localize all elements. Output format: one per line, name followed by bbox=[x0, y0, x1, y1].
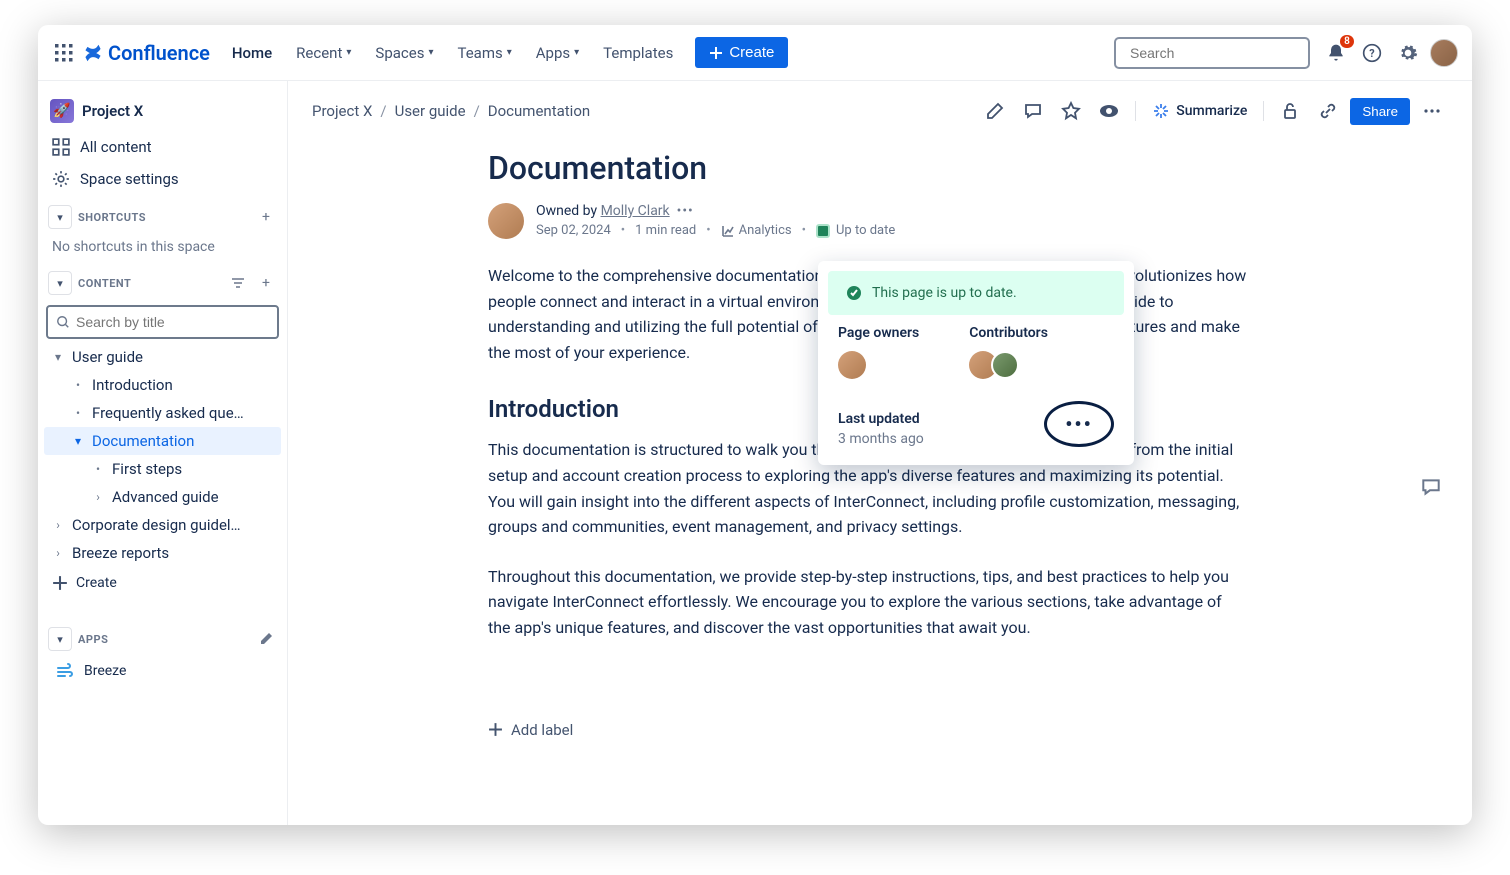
owner-avatar-small[interactable] bbox=[838, 351, 866, 379]
product-name: Confluence bbox=[108, 41, 210, 65]
comment-icon[interactable] bbox=[1017, 95, 1049, 127]
breadcrumb-current[interactable]: Documentation bbox=[488, 102, 590, 120]
tree-faq[interactable]: Frequently asked que… bbox=[44, 399, 281, 427]
notifications-icon[interactable]: 8 bbox=[1320, 37, 1352, 69]
top-nav: Confluence Home Recent▾ Spaces▾ Teams▾ A… bbox=[38, 25, 1472, 81]
apps-toggle[interactable]: ▾ bbox=[48, 627, 72, 651]
share-button[interactable]: Share bbox=[1350, 98, 1410, 125]
create-button[interactable]: Create bbox=[695, 37, 788, 68]
chevron-down-icon: ▾ bbox=[428, 47, 433, 58]
plus-icon bbox=[52, 575, 68, 591]
inline-comment-icon[interactable] bbox=[1420, 476, 1442, 498]
last-updated-label: Last updated bbox=[838, 411, 924, 427]
page-owners-label: Page owners bbox=[838, 325, 919, 341]
shortcuts-label: SHORTCUTS bbox=[78, 211, 249, 224]
add-label-button[interactable]: Add label bbox=[488, 721, 1248, 739]
nav-recent[interactable]: Recent▾ bbox=[286, 38, 361, 68]
confluence-logo[interactable]: Confluence bbox=[82, 41, 210, 65]
app-breeze[interactable]: Breeze bbox=[44, 655, 281, 687]
apps-label: APPS bbox=[78, 633, 249, 646]
ai-icon bbox=[1152, 102, 1170, 120]
space-header[interactable]: 🚀 Project X bbox=[44, 91, 281, 131]
page-date: Sep 02, 2024 bbox=[536, 223, 611, 238]
sidebar-create[interactable]: Create bbox=[44, 567, 281, 599]
more-icon[interactable] bbox=[1416, 95, 1448, 127]
plus-icon bbox=[488, 722, 503, 737]
tree-user-guide[interactable]: ▾User guide bbox=[44, 343, 281, 371]
space-icon: 🚀 bbox=[50, 99, 74, 123]
owned-by-label: Owned by bbox=[536, 203, 601, 219]
gear-icon bbox=[52, 170, 70, 188]
edit-icon[interactable] bbox=[979, 95, 1011, 127]
shortcuts-toggle[interactable]: ▾ bbox=[48, 205, 72, 229]
tree-documentation[interactable]: ▾Documentation bbox=[44, 427, 281, 455]
svg-text:?: ? bbox=[1369, 47, 1374, 60]
popover-banner: This page is up to date. bbox=[828, 271, 1124, 315]
breadcrumb: Project X / User guide / Documentation bbox=[312, 102, 590, 120]
chevron-down-icon: ▾ bbox=[574, 47, 579, 58]
chevron-down-icon: ▾ bbox=[346, 47, 351, 58]
tree-corp[interactable]: ›Corporate design guidel… bbox=[44, 511, 281, 539]
owner-avatar[interactable] bbox=[488, 203, 524, 239]
tree-breeze-reports[interactable]: ›Breeze reports bbox=[44, 539, 281, 567]
breadcrumb-parent[interactable]: User guide bbox=[395, 102, 466, 120]
read-time: 1 min read bbox=[635, 223, 696, 238]
breadcrumb-space[interactable]: Project X bbox=[312, 102, 372, 120]
star-icon[interactable] bbox=[1055, 95, 1087, 127]
analytics-link[interactable]: Analytics bbox=[721, 223, 792, 238]
status-dot-icon bbox=[816, 224, 830, 238]
page-title: Documentation bbox=[488, 149, 1248, 187]
popover-more-button[interactable]: ••• bbox=[1044, 401, 1114, 447]
main-content: Project X / User guide / Documentation S… bbox=[288, 81, 1472, 825]
byline: Owned by Molly Clark ••• Sep 02, 2024 • … bbox=[488, 203, 1248, 239]
no-shortcuts-text: No shortcuts in this space bbox=[44, 233, 281, 261]
app-switcher-icon[interactable] bbox=[50, 39, 78, 67]
nav-teams[interactable]: Teams▾ bbox=[447, 38, 521, 68]
plus-icon bbox=[709, 46, 723, 60]
status-popover: This page is up to date. Page owners Con… bbox=[818, 261, 1134, 465]
search-icon bbox=[56, 315, 70, 329]
watch-icon[interactable] bbox=[1093, 95, 1125, 127]
search-box[interactable] bbox=[1114, 37, 1310, 69]
owner-more-icon[interactable]: ••• bbox=[677, 203, 694, 219]
tree-first-steps[interactable]: First steps bbox=[44, 455, 281, 483]
sidebar-all-content[interactable]: All content bbox=[44, 131, 281, 163]
status-chip[interactable]: Up to date bbox=[816, 223, 895, 238]
edit-apps-icon[interactable] bbox=[255, 628, 277, 650]
add-shortcut-icon[interactable]: + bbox=[255, 206, 277, 228]
last-updated-value: 3 months ago bbox=[838, 431, 924, 447]
sidebar: 🚀 Project X All content Space settings ▾… bbox=[38, 81, 288, 825]
contributors-label: Contributors bbox=[969, 325, 1048, 341]
body-paragraph: Throughout this documentation, we provid… bbox=[488, 564, 1248, 641]
nav-apps[interactable]: Apps▾ bbox=[526, 38, 589, 68]
sidebar-space-settings[interactable]: Space settings bbox=[44, 163, 281, 195]
content-toggle[interactable]: ▾ bbox=[48, 271, 72, 295]
breeze-icon bbox=[56, 662, 74, 680]
nav-home[interactable]: Home bbox=[222, 38, 282, 68]
help-icon[interactable]: ? bbox=[1356, 37, 1388, 69]
chevron-down-icon: ▾ bbox=[507, 47, 512, 58]
settings-icon[interactable] bbox=[1392, 37, 1424, 69]
grid-icon bbox=[52, 138, 70, 156]
search-input[interactable] bbox=[1130, 45, 1311, 61]
check-circle-icon bbox=[846, 285, 862, 301]
content-filter-input[interactable] bbox=[76, 314, 269, 330]
profile-avatar[interactable] bbox=[1428, 37, 1460, 69]
content-label: CONTENT bbox=[78, 277, 221, 290]
add-content-icon[interactable]: + bbox=[255, 272, 277, 294]
tree-introduction[interactable]: Introduction bbox=[44, 371, 281, 399]
nav-spaces[interactable]: Spaces▾ bbox=[365, 38, 443, 68]
notification-badge: 8 bbox=[1340, 35, 1354, 48]
filter-icon[interactable] bbox=[227, 272, 249, 294]
tree-advanced[interactable]: ›Advanced guide bbox=[44, 483, 281, 511]
nav-templates[interactable]: Templates bbox=[593, 38, 683, 68]
contributor-avatar[interactable] bbox=[991, 351, 1019, 379]
summarize-button[interactable]: Summarize bbox=[1146, 98, 1253, 124]
restrictions-icon[interactable] bbox=[1274, 95, 1306, 127]
chart-icon bbox=[721, 224, 735, 238]
content-filter[interactable] bbox=[46, 305, 279, 339]
owner-link[interactable]: Molly Clark bbox=[601, 203, 670, 219]
link-icon[interactable] bbox=[1312, 95, 1344, 127]
